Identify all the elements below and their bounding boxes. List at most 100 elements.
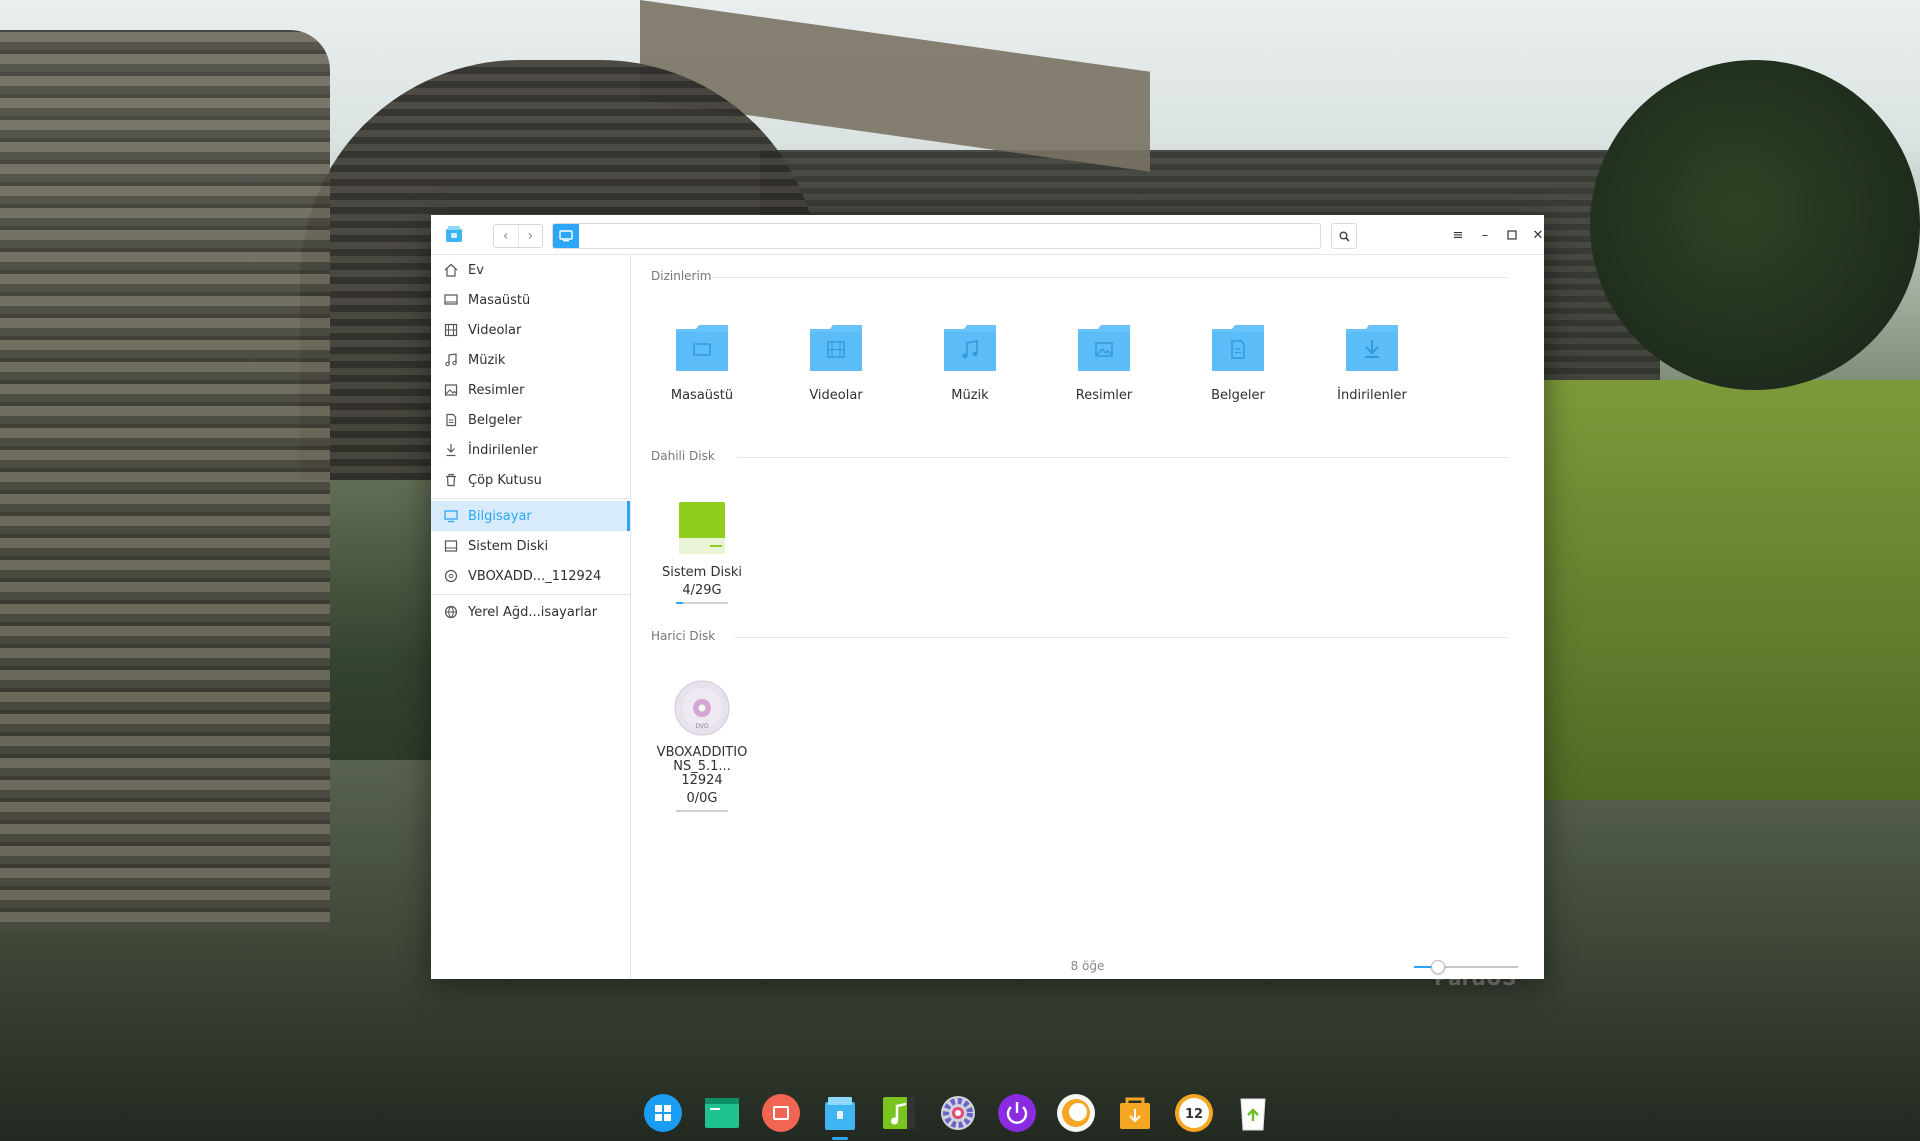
- document-folder-icon: [1212, 325, 1264, 371]
- folder-label: Videolar: [809, 388, 863, 403]
- sidebar-item-label: Videolar: [468, 322, 522, 338]
- chevron-left-icon: ‹: [502, 228, 509, 244]
- disk-usage-bar: [676, 810, 728, 812]
- section-title-internal: Dahili Disk: [651, 449, 715, 463]
- status-bar: 8 öğe: [631, 957, 1544, 979]
- picture-icon: [443, 382, 459, 398]
- dock-clock[interactable]: 12: [1171, 1090, 1217, 1136]
- sidebar-item-label: Masaüstü: [468, 292, 531, 308]
- zoom-slider-handle[interactable]: [1430, 960, 1445, 974]
- computer-icon: [443, 508, 459, 524]
- sidebar-item-label: Müzik: [468, 352, 506, 368]
- content-area: Dizinlerim Masaüstü Videolar Müzik Resim…: [631, 255, 1544, 979]
- disk-usage-text: 4/29G: [682, 583, 722, 598]
- sidebar-item-desktop[interactable]: Masaüstü: [431, 285, 630, 315]
- dock-screen-recorder[interactable]: [758, 1090, 804, 1136]
- hard-disk-icon: [679, 502, 725, 554]
- sidebar-item-label: Sistem Diski: [468, 538, 549, 554]
- sidebar-item-label: Bilgisayar: [468, 508, 532, 524]
- folder-tile-documents[interactable]: Belgeler: [1188, 323, 1288, 403]
- video-icon: [443, 322, 459, 338]
- dock-terminal[interactable]: [699, 1090, 745, 1136]
- store-icon: [1120, 1097, 1150, 1129]
- computer-crumb-button[interactable]: [553, 224, 579, 248]
- desktop-folder-icon: [676, 325, 728, 371]
- titlebar: ‹ › ≡ – ✕: [431, 215, 1544, 255]
- power-icon: [998, 1094, 1036, 1132]
- video-folder-icon: [810, 325, 862, 371]
- sidebar-item-music[interactable]: Müzik: [431, 345, 630, 375]
- dock-trash[interactable]: [1230, 1090, 1276, 1136]
- sidebar-item-label: İndirilenler: [468, 442, 538, 458]
- picture-folder-icon: [1078, 325, 1130, 371]
- sidebar-item-label: Belgeler: [468, 412, 522, 428]
- music-folder-icon: [944, 325, 996, 371]
- computer-icon: [559, 230, 573, 242]
- download-folder-icon: [1346, 325, 1398, 371]
- minimize-icon: –: [1481, 227, 1489, 243]
- search-button[interactable]: [1331, 223, 1357, 249]
- address-bar[interactable]: [552, 223, 1321, 249]
- dock-launcher[interactable]: [640, 1090, 686, 1136]
- sidebar-item-label: Yerel Ağd...isayarlar: [468, 604, 598, 620]
- disk-tile-system[interactable]: Sistem Diski 4/29G: [652, 500, 752, 604]
- dvd-icon: DVD: [674, 680, 730, 736]
- folder-label: İndirilenler: [1337, 388, 1407, 403]
- menu-button[interactable]: ≡: [1448, 225, 1468, 245]
- clock-icon: 12: [1175, 1094, 1213, 1132]
- dock-music-player[interactable]: [876, 1090, 922, 1136]
- forward-button[interactable]: ›: [517, 225, 543, 247]
- folder-label: Belgeler: [1211, 388, 1265, 403]
- dock-settings[interactable]: [935, 1090, 981, 1136]
- download-icon: [443, 442, 459, 458]
- dock-store[interactable]: [1112, 1090, 1158, 1136]
- dock-browser[interactable]: [1053, 1090, 1099, 1136]
- document-icon: [443, 412, 459, 428]
- dock-power[interactable]: [994, 1090, 1040, 1136]
- section-divider: [737, 457, 1508, 458]
- folder-tile-music[interactable]: Müzik: [920, 323, 1020, 403]
- file-manager-window: ‹ › ≡ – ✕ Ev Masaüstü Videolar Müzik Res…: [431, 215, 1544, 979]
- file-manager-icon: [825, 1097, 855, 1130]
- sidebar-item-trash[interactable]: Çöp Kutusu: [431, 465, 630, 495]
- disk-icon: [443, 538, 459, 554]
- zoom-slider[interactable]: [1414, 960, 1518, 974]
- back-button[interactable]: ‹: [494, 225, 518, 247]
- sidebar-item-computer[interactable]: Bilgisayar: [431, 501, 630, 531]
- trash-icon: [1240, 1098, 1266, 1131]
- maximize-button[interactable]: [1502, 225, 1522, 245]
- sidebar-item-videos[interactable]: Videolar: [431, 315, 630, 345]
- dock-file-manager[interactable]: [817, 1090, 863, 1140]
- disk-label-line2: NS_5.1...: [673, 759, 731, 774]
- section-title-folders: Dizinlerim: [651, 269, 712, 283]
- sidebar-item-system-disk[interactable]: Sistem Diski: [431, 531, 630, 561]
- disk-label-line3: 12924: [681, 773, 723, 788]
- sidebar-item-optical-disc[interactable]: VBOXADD..._112924: [431, 561, 630, 591]
- minimize-button[interactable]: –: [1475, 225, 1495, 245]
- folder-tile-downloads[interactable]: İndirilenler: [1322, 323, 1422, 403]
- folder-label: Resimler: [1075, 388, 1133, 403]
- folder-tile-pictures[interactable]: Resimler: [1054, 323, 1154, 403]
- section-divider: [712, 277, 1508, 278]
- hamburger-menu-icon: ≡: [1452, 227, 1464, 243]
- dock: 12: [640, 1088, 1276, 1140]
- folder-tile-desktop[interactable]: Masaüstü: [652, 323, 752, 403]
- sidebar-item-downloads[interactable]: İndirilenler: [431, 435, 630, 465]
- nav-buttons: ‹ ›: [493, 224, 543, 248]
- sidebar-item-pictures[interactable]: Resimler: [431, 375, 630, 405]
- sidebar-item-documents[interactable]: Belgeler: [431, 405, 630, 435]
- sidebar-item-label: Çöp Kutusu: [468, 472, 542, 488]
- terminal-icon: [705, 1098, 739, 1128]
- disk-label: Sistem Diski: [661, 565, 743, 580]
- sidebar-item-home[interactable]: Ev: [431, 255, 630, 285]
- folder-tile-videos[interactable]: Videolar: [786, 323, 886, 403]
- music-icon: [443, 352, 459, 368]
- svg-text:12: 12: [1185, 1107, 1203, 1122]
- maximize-icon: [1507, 230, 1517, 240]
- close-button[interactable]: ✕: [1528, 225, 1548, 245]
- network-icon: [443, 604, 459, 620]
- sidebar-item-network[interactable]: Yerel Ağd...isayarlar: [431, 597, 630, 627]
- home-icon: [443, 262, 459, 278]
- disk-tile-optical[interactable]: DVD VBOXADDITIO NS_5.1... 12924 0/0G: [652, 680, 752, 812]
- sidebar-separator: [431, 594, 630, 595]
